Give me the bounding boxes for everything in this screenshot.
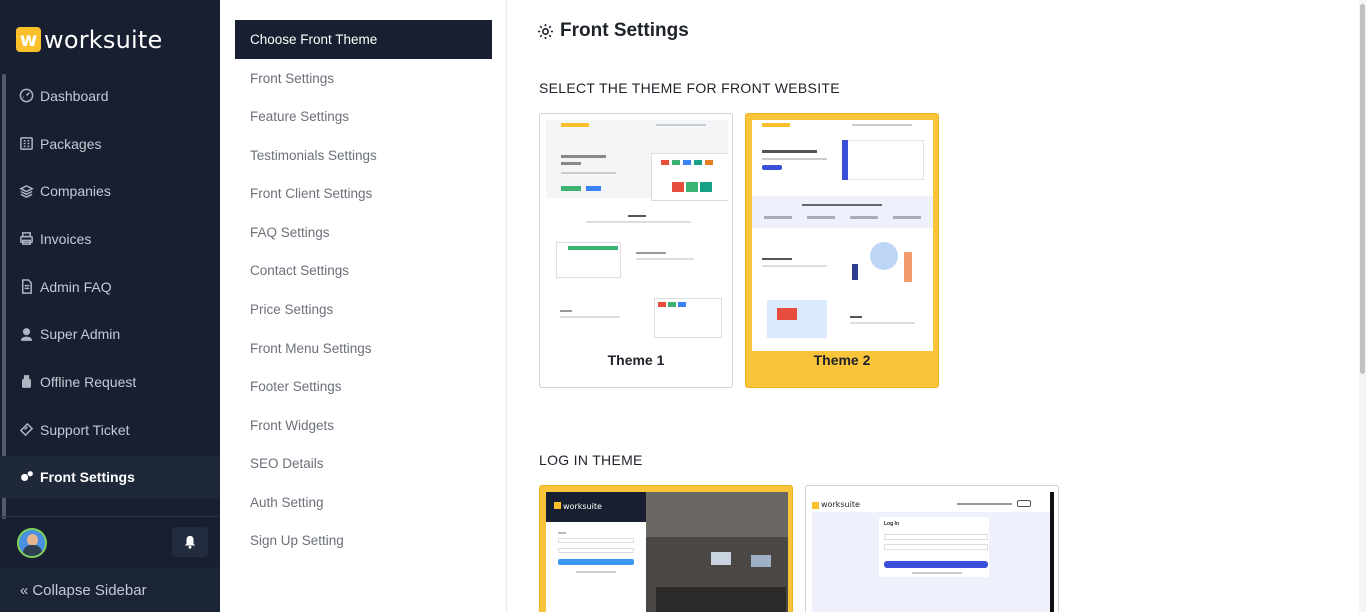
settings-menu-item-sign-up-setting[interactable]: Sign Up Setting: [235, 521, 492, 560]
double-chevron-left-icon: «: [20, 581, 29, 599]
settings-menu-item-testimonials-settings[interactable]: Testimonials Settings: [235, 136, 492, 175]
theme-2-preview: [752, 120, 933, 351]
notifications-button[interactable]: [172, 527, 208, 557]
settings-menu-item-price-settings[interactable]: Price Settings: [235, 290, 492, 329]
login-theme-section-label: LOG IN THEME: [539, 452, 643, 468]
theme-2-name: Theme 2: [813, 352, 871, 368]
sidebar-item-support-ticket[interactable]: Support Ticket: [0, 406, 220, 454]
sidebar-item-label: Dashboard: [40, 87, 109, 104]
settings-menu-item-footer-settings[interactable]: Footer Settings: [235, 367, 492, 406]
login-theme-card-1[interactable]: worksuite: [539, 485, 793, 612]
dashboard-icon: [18, 88, 34, 104]
settings-menu-item-front-menu-settings[interactable]: Front Menu Settings: [235, 329, 492, 368]
sidebar-nav: Dashboard Packages Companies Invoices Ad…: [0, 72, 220, 498]
settings-menu-item-front-settings[interactable]: Front Settings: [235, 59, 492, 98]
sidebar-item-packages[interactable]: Packages: [0, 120, 220, 168]
sidebar-item-admin-faq[interactable]: Admin FAQ: [0, 263, 220, 311]
page-title: Front Settings: [537, 20, 689, 42]
theme-card-1[interactable]: Theme 1: [539, 113, 733, 388]
sidebar-item-offline-request[interactable]: Offline Request: [0, 358, 220, 406]
login-theme-1-preview: worksuite: [546, 492, 788, 612]
sidebar-item-front-settings[interactable]: Front Settings: [0, 455, 220, 498]
settings-menu: Choose Front Theme Front Settings Featur…: [220, 0, 507, 612]
login-theme-2-brand: worksuite: [821, 500, 860, 509]
document-icon: [18, 279, 34, 295]
page-scrollbar-thumb[interactable]: [1360, 4, 1365, 374]
page-title-text: Front Settings: [560, 20, 689, 41]
settings-menu-item-auth-setting[interactable]: Auth Setting: [235, 483, 492, 522]
logo-mark: w: [16, 27, 41, 52]
bell-icon: [184, 535, 196, 549]
sidebar-item-label: Admin FAQ: [40, 278, 112, 295]
avatar[interactable]: [17, 528, 47, 558]
main-content: Front Settings SELECT THE THEME FOR FRON…: [507, 0, 1359, 612]
logo-text: worksuite: [44, 25, 163, 54]
login-theme-card-2[interactable]: worksuite Log In: [805, 485, 1059, 612]
sidebar-item-super-admin[interactable]: Super Admin: [0, 310, 220, 358]
settings-menu-item-feature-settings[interactable]: Feature Settings: [235, 97, 492, 136]
printer-icon: [18, 231, 34, 247]
sidebar-item-label: Front Settings: [40, 468, 135, 485]
theme-card-2[interactable]: Theme 2: [745, 113, 939, 388]
sidebar-item-label: Invoices: [40, 230, 92, 247]
sidebar-item-invoices[interactable]: Invoices: [0, 215, 220, 263]
sidebar: w worksuite Dashboard Packages Companies…: [0, 0, 220, 612]
collapse-sidebar-button[interactable]: « Collapse Sidebar: [0, 567, 220, 612]
layers-icon: [18, 183, 34, 199]
settings-menu-item-seo-details[interactable]: SEO Details: [235, 444, 492, 483]
robot-icon: [18, 374, 34, 390]
login-theme-2-preview: worksuite Log In: [812, 492, 1054, 612]
login-theme-1-brand: worksuite: [563, 502, 602, 511]
sidebar-item-companies[interactable]: Companies: [0, 167, 220, 215]
theme-1-name: Theme 1: [607, 352, 665, 368]
sidebar-item-dashboard[interactable]: Dashboard: [0, 72, 220, 120]
packages-icon: [18, 136, 34, 152]
sidebar-footer: « Collapse Sidebar: [0, 516, 220, 612]
theme-1-preview: [546, 120, 728, 351]
sidebar-item-label: Offline Request: [40, 373, 137, 390]
logo[interactable]: w worksuite: [16, 25, 163, 54]
gear-icon: [538, 23, 553, 39]
user-icon: [18, 326, 34, 342]
sidebar-item-label: Super Admin: [40, 326, 121, 343]
sidebar-item-label: Companies: [40, 183, 111, 200]
settings-menu-item-front-widgets[interactable]: Front Widgets: [235, 406, 492, 445]
settings-menu-item-faq-settings[interactable]: FAQ Settings: [235, 213, 492, 252]
settings-menu-item-front-client-settings[interactable]: Front Client Settings: [235, 174, 492, 213]
settings-menu-item-contact-settings[interactable]: Contact Settings: [235, 251, 492, 290]
gears-icon: [18, 469, 34, 485]
collapse-sidebar-label: Collapse Sidebar: [32, 581, 147, 599]
login-theme-2-heading: Log In: [884, 521, 899, 527]
sidebar-item-label: Packages: [40, 135, 102, 152]
page-scrollbar[interactable]: [1359, 0, 1366, 612]
settings-menu-item-choose-front-theme[interactable]: Choose Front Theme: [235, 20, 492, 59]
ticket-icon: [18, 422, 34, 438]
sidebar-item-label: Support Ticket: [40, 421, 130, 438]
front-theme-section-label: SELECT THE THEME FOR FRONT WEBSITE: [539, 80, 840, 96]
